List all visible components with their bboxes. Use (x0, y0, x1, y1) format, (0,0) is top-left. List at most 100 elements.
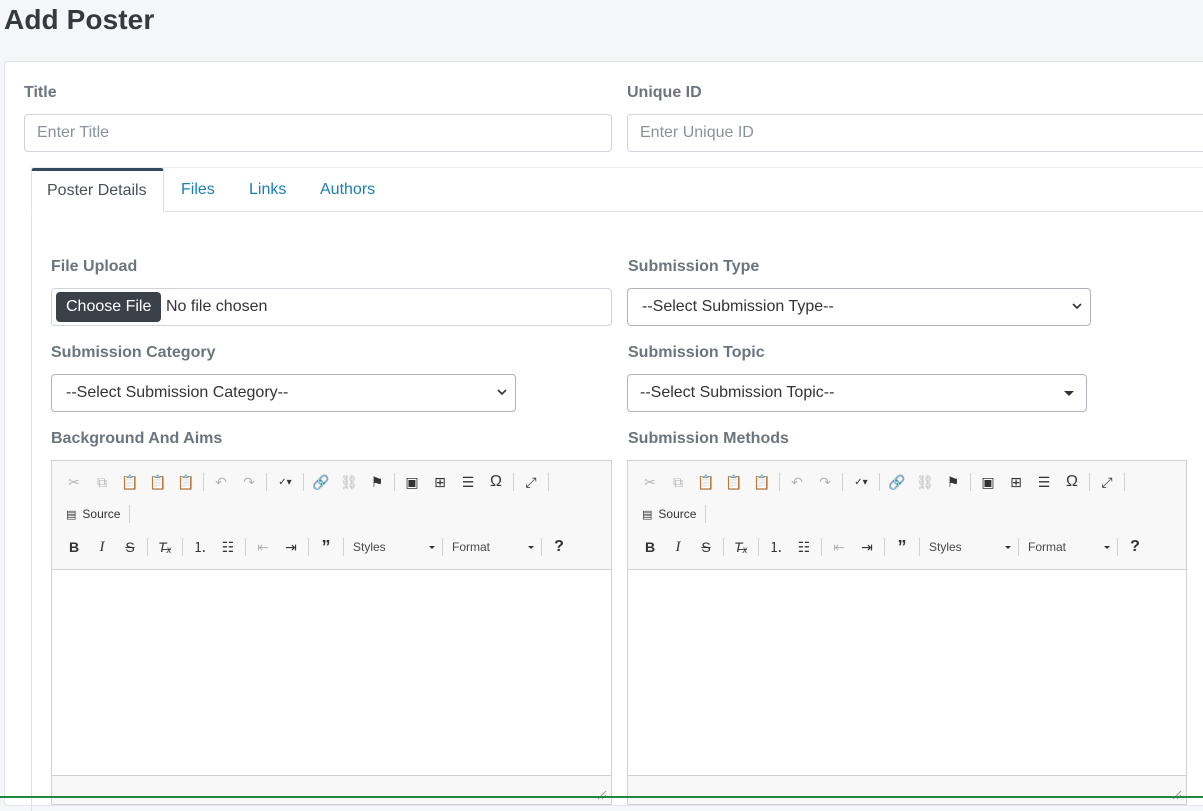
help-icon[interactable]: ? (545, 535, 573, 559)
horizontal-rule-icon[interactable]: ☰ (454, 470, 482, 494)
editor-statusbar (628, 775, 1186, 804)
submission-methods-label: Submission Methods (628, 430, 789, 447)
paste-text-icon[interactable]: 📋 (720, 470, 748, 494)
outdent-icon[interactable]: ⇤ (249, 535, 277, 559)
remove-format-icon[interactable]: T̶ₓ (727, 535, 755, 559)
file-upload-label: File Upload (51, 258, 138, 275)
submission-type-label: Submission Type (628, 258, 760, 275)
paste-word-icon[interactable]: 📋 (748, 470, 776, 494)
format-dropdown[interactable]: Format (446, 535, 538, 559)
editor-toolbar: ✂ ⧉ 📋 📋 📋 ↶ ↷ ✓▾ 🔗 ⛓ ⚑ ▣ ⊞ ☰ Ω ⤢ ▤ Source (628, 461, 1186, 570)
copy-icon[interactable]: ⧉ (664, 470, 692, 494)
paste-text-icon[interactable]: 📋 (144, 470, 172, 494)
cut-icon[interactable]: ✂ (636, 470, 664, 494)
chevron-down-icon (429, 545, 435, 549)
bulleted-list-icon[interactable]: ☷ (214, 535, 242, 559)
remove-format-icon[interactable]: T̶ₓ (151, 535, 179, 559)
source-button[interactable]: ▤ Source (60, 502, 126, 526)
special-char-icon[interactable]: Ω (482, 470, 510, 494)
tab-files[interactable]: Files (181, 168, 215, 212)
horizontal-rule-icon[interactable]: ☰ (1030, 470, 1058, 494)
tab-authors[interactable]: Authors (320, 168, 375, 212)
source-icon: ▤ (642, 508, 653, 521)
chevron-down-icon (497, 389, 507, 396)
editor-statusbar (52, 775, 611, 804)
submission-topic-value: --Select Submission Topic-- (640, 384, 835, 401)
unlink-icon[interactable]: ⛓ (335, 470, 363, 494)
numbered-list-icon[interactable]: ⒈ (186, 535, 214, 559)
format-label: Format (452, 540, 491, 554)
styles-dropdown[interactable]: Styles (347, 535, 439, 559)
resize-handle-icon[interactable] (597, 790, 607, 800)
bold-icon[interactable]: B (636, 535, 664, 559)
submission-type-select[interactable]: --Select Submission Type-- (627, 288, 1091, 326)
indent-icon[interactable]: ⇥ (277, 535, 305, 559)
format-dropdown[interactable]: Format (1022, 535, 1114, 559)
chevron-down-icon (1072, 303, 1082, 310)
strike-icon[interactable]: S (692, 535, 720, 559)
styles-dropdown[interactable]: Styles (923, 535, 1015, 559)
resize-handle-icon[interactable] (1172, 790, 1182, 800)
source-button[interactable]: ▤ Source (636, 502, 702, 526)
styles-label: Styles (353, 540, 386, 554)
bold-icon[interactable]: B (60, 535, 88, 559)
blockquote-icon[interactable]: ” (888, 535, 916, 559)
submission-methods-editor[interactable]: ✂ ⧉ 📋 📋 📋 ↶ ↷ ✓▾ 🔗 ⛓ ⚑ ▣ ⊞ ☰ Ω ⤢ ▤ Source (627, 460, 1187, 805)
source-label: Source (658, 507, 697, 521)
title-input[interactable] (24, 114, 612, 152)
tab-pane-border (31, 211, 32, 811)
link-icon[interactable]: 🔗 (883, 470, 911, 494)
paste-icon[interactable]: 📋 (116, 470, 144, 494)
submission-category-value: --Select Submission Category-- (66, 384, 289, 401)
submission-topic-label: Submission Topic (628, 344, 765, 361)
file-upload-input[interactable]: Choose File No file chosen (51, 288, 612, 326)
paste-icon[interactable]: 📋 (692, 470, 720, 494)
tab-links[interactable]: Links (249, 168, 286, 212)
undo-icon[interactable]: ↶ (207, 470, 235, 494)
table-icon[interactable]: ⊞ (1002, 470, 1030, 494)
maximize-icon[interactable]: ⤢ (1093, 470, 1121, 494)
tab-poster-details[interactable]: Poster Details (31, 168, 164, 212)
outdent-icon[interactable]: ⇤ (825, 535, 853, 559)
title-label: Title (24, 84, 57, 101)
source-label: Source (82, 507, 121, 521)
spellcheck-icon[interactable]: ✓▾ (270, 470, 300, 494)
format-label: Format (1028, 540, 1067, 554)
unique-id-label: Unique ID (627, 84, 702, 101)
submission-category-select[interactable]: --Select Submission Category-- (51, 374, 516, 412)
redo-icon[interactable]: ↷ (811, 470, 839, 494)
unique-id-input[interactable] (627, 114, 1203, 152)
cut-icon[interactable]: ✂ (60, 470, 88, 494)
numbered-list-icon[interactable]: ⒈ (762, 535, 790, 559)
strike-icon[interactable]: S (116, 535, 144, 559)
submission-category-label: Submission Category (51, 344, 216, 361)
table-icon[interactable]: ⊞ (426, 470, 454, 494)
maximize-icon[interactable]: ⤢ (517, 470, 545, 494)
anchor-icon[interactable]: ⚑ (363, 470, 391, 494)
unlink-icon[interactable]: ⛓ (911, 470, 939, 494)
undo-icon[interactable]: ↶ (783, 470, 811, 494)
chevron-down-icon (528, 545, 534, 549)
paste-word-icon[interactable]: 📋 (172, 470, 200, 494)
background-aims-label: Background And Aims (51, 430, 223, 447)
submission-topic-select[interactable]: --Select Submission Topic-- (627, 374, 1087, 412)
anchor-icon[interactable]: ⚑ (939, 470, 967, 494)
special-char-icon[interactable]: Ω (1058, 470, 1086, 494)
copy-icon[interactable]: ⧉ (88, 470, 116, 494)
redo-icon[interactable]: ↷ (235, 470, 263, 494)
blockquote-icon[interactable]: ” (312, 535, 340, 559)
link-icon[interactable]: 🔗 (307, 470, 335, 494)
background-aims-editor[interactable]: ✂ ⧉ 📋 📋 📋 ↶ ↷ ✓▾ 🔗 ⛓ ⚑ ▣ ⊞ ☰ Ω ⤢ ▤ Source (51, 460, 612, 805)
choose-file-button[interactable]: Choose File (56, 292, 162, 322)
image-icon[interactable]: ▣ (398, 470, 426, 494)
help-icon[interactable]: ? (1121, 535, 1149, 559)
spellcheck-icon[interactable]: ✓▾ (846, 470, 876, 494)
image-icon[interactable]: ▣ (974, 470, 1002, 494)
italic-icon[interactable]: I (664, 535, 692, 559)
italic-icon[interactable]: I (88, 535, 116, 559)
indent-icon[interactable]: ⇥ (853, 535, 881, 559)
source-icon: ▤ (66, 508, 77, 521)
caret-down-icon (1064, 391, 1074, 396)
bulleted-list-icon[interactable]: ☷ (790, 535, 818, 559)
file-status-text: No file chosen (166, 298, 268, 315)
